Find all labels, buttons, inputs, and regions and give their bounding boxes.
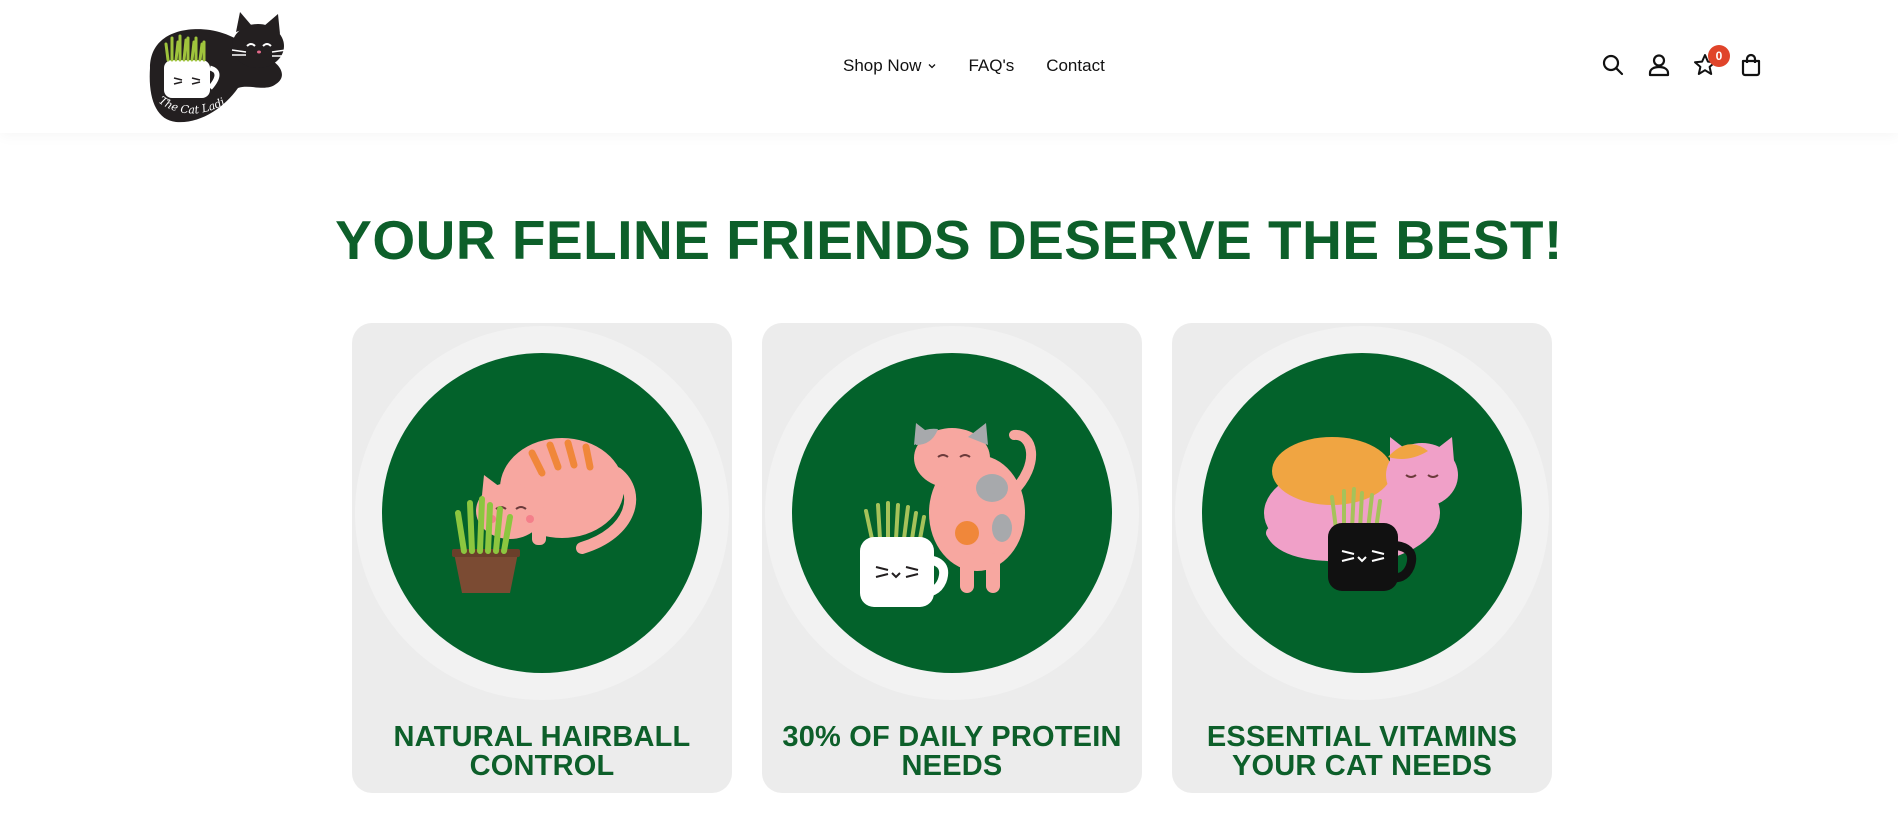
cart-bag-icon[interactable] [1738, 52, 1764, 78]
nav-shop-now[interactable]: Shop Now [843, 56, 936, 76]
card-illustration-circle [792, 353, 1112, 673]
card-title: 30% OF DAILY PROTEIN NEEDS [782, 721, 1122, 782]
nav-faqs[interactable]: FAQ's [968, 56, 1014, 76]
wishlist-count-badge: 0 [1708, 45, 1730, 67]
cat-ladies-logo[interactable]: The Cat Ladies [140, 8, 290, 126]
header-actions: 0 [1600, 45, 1764, 78]
account-icon[interactable] [1646, 52, 1672, 78]
site-header: The Cat Ladies Shop Now FAQ's Contact 0 [0, 0, 1898, 133]
chevron-down-icon [928, 64, 936, 69]
feature-card: NATURAL HAIRBALL CONTROL [352, 323, 732, 793]
pink-cat-grass-pot-illustration [452, 438, 637, 593]
feature-cards: NATURAL HAIRBALL CONTROL 30% OF DAILY PR… [352, 323, 1552, 793]
page-headline: YOUR FELINE FRIENDS DESERVE THE BEST! [335, 209, 1563, 271]
search-icon[interactable] [1600, 52, 1626, 78]
card-illustration-circle [382, 353, 702, 673]
main-nav: Shop Now FAQ's Contact [843, 56, 1105, 76]
card-title: NATURAL HAIRBALL CONTROL [393, 721, 691, 782]
sleeping-cat-black-mug-illustration [1264, 437, 1458, 591]
card-illustration-circle [1202, 353, 1522, 673]
card-title: ESSENTIAL VITAMINS YOUR CAT NEEDS [1206, 721, 1518, 782]
nav-shop-now-label: Shop Now [843, 56, 922, 75]
calico-cat-white-mug-illustration [860, 423, 1036, 607]
feature-card: ESSENTIAL VITAMINS YOUR CAT NEEDS [1172, 323, 1552, 793]
wishlist-button[interactable]: 0 [1692, 45, 1730, 78]
nav-contact[interactable]: Contact [1046, 56, 1105, 76]
feature-card: 30% OF DAILY PROTEIN NEEDS [762, 323, 1142, 793]
